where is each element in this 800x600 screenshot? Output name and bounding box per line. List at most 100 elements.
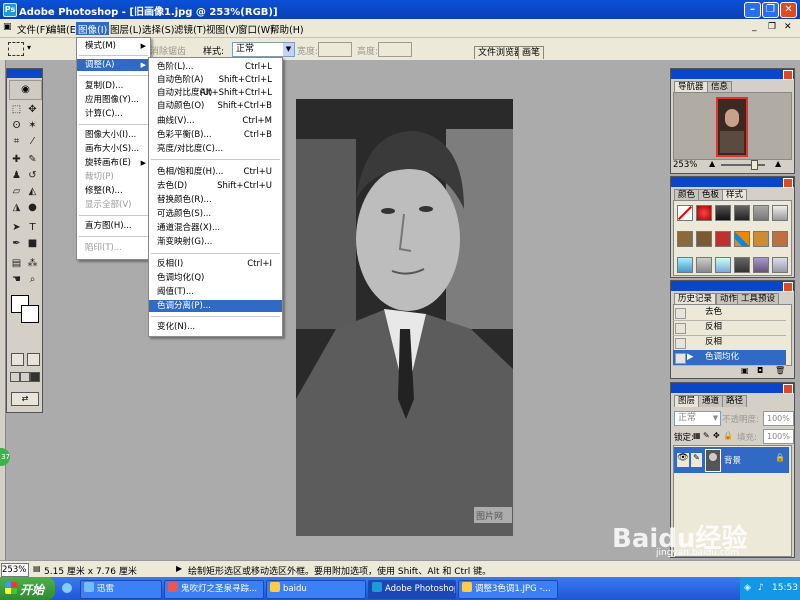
adjust-posterize[interactable]: 色调分离(P)... xyxy=(149,300,282,312)
brush-icon[interactable]: ✎ xyxy=(691,453,702,467)
paint-bucket-tool-icon[interactable]: ◭ xyxy=(26,185,39,198)
taskbar-item-image[interactable]: 调整3色调1.JPG -... xyxy=(458,580,558,599)
taskbar-item-baidu[interactable]: baidu xyxy=(266,580,366,599)
adjust-replace-color[interactable]: 替换颜色(R)... xyxy=(149,194,282,206)
history-brush-tool-icon[interactable]: ↺ xyxy=(26,169,39,182)
eraser-tool-icon[interactable]: ▱ xyxy=(10,185,23,198)
image-menu-calculations[interactable]: 计算(C)... xyxy=(77,108,150,120)
screen-mode-full-icon[interactable] xyxy=(30,372,40,382)
history-source-checkbox[interactable] xyxy=(675,338,686,349)
panel-header[interactable] xyxy=(671,281,794,291)
type-tool-icon[interactable]: T xyxy=(26,221,39,234)
adjust-curves[interactable]: 曲线(V)... Ctrl+M xyxy=(149,115,282,127)
lock-all-icon[interactable]: 🔒 xyxy=(723,431,733,440)
menu-help[interactable]: 帮助(H) xyxy=(268,22,306,36)
document-canvas[interactable]: 图片网 xyxy=(296,99,513,536)
start-button[interactable]: 开始 xyxy=(0,577,55,600)
marquee-tool-icon[interactable] xyxy=(8,42,24,56)
adjust-brightness-contrast[interactable]: 亮度/对比度(C)... xyxy=(149,143,282,155)
style-swatch[interactable] xyxy=(753,257,769,273)
adjust-auto-contrast[interactable]: 自动对比度(U) Alt+Shift+Ctrl+L xyxy=(149,87,282,99)
tab-channels[interactable]: 通道 xyxy=(698,395,724,407)
adjust-channel-mixer[interactable]: 通道混合器(X)... xyxy=(149,222,282,234)
quicklaunch-ie-icon[interactable] xyxy=(62,583,72,593)
panel-header[interactable] xyxy=(671,177,794,187)
blend-mode-select[interactable]: 正常 ▼ xyxy=(674,411,721,426)
adjust-variations[interactable]: 变化(N)... xyxy=(149,321,282,333)
quickmask-mode-icon[interactable] xyxy=(27,353,40,366)
style-select[interactable]: 正常 ▼ xyxy=(232,42,295,57)
style-swatch[interactable] xyxy=(696,231,712,247)
adjust-auto-color[interactable]: 自动颜色(O) Shift+Ctrl+B xyxy=(149,100,282,112)
shape-tool-icon[interactable]: ■ xyxy=(26,237,39,250)
tray-icon[interactable]: ◈ xyxy=(744,583,751,593)
magic-wand-tool-icon[interactable]: ✶ xyxy=(26,119,39,132)
new-document-icon[interactable]: ▣ xyxy=(741,366,749,375)
image-menu-image-size[interactable]: 图像大小(I)... xyxy=(77,129,150,141)
blur-tool-icon[interactable]: ◮ xyxy=(10,201,23,214)
adjust-gradient-map[interactable]: 渐变映射(G)... xyxy=(149,236,282,248)
panel-header[interactable] xyxy=(671,69,794,79)
style-swatch[interactable] xyxy=(734,257,750,273)
dodge-tool-icon[interactable]: ● xyxy=(26,201,39,214)
height-input[interactable] xyxy=(378,42,412,57)
history-item[interactable]: 反相 xyxy=(673,320,786,336)
image-menu-mode[interactable]: 模式(M) ▶ xyxy=(77,40,150,52)
doc-minimize-button[interactable]: _ xyxy=(752,22,757,32)
close-icon[interactable] xyxy=(783,70,793,80)
menu-layer[interactable]: 图层(L) xyxy=(108,22,144,36)
trash-icon[interactable]: 🗑 xyxy=(775,366,785,375)
slice-tool-icon[interactable]: ⁄ xyxy=(26,135,39,148)
navigator-thumbnail[interactable] xyxy=(716,97,748,157)
style-swatch[interactable] xyxy=(753,205,769,221)
style-swatch[interactable] xyxy=(677,257,693,273)
status-zoom-field[interactable]: 253% xyxy=(1,563,29,577)
taskbar-item-video[interactable]: 鬼吹灯之圣泉寻踪... xyxy=(164,580,264,599)
image-menu-apply-image[interactable]: 应用图像(Y)... xyxy=(77,94,150,106)
adjust-auto-levels[interactable]: 自动色阶(A) Shift+Ctrl+L xyxy=(149,74,282,86)
navigator-zoom-value[interactable]: 253% xyxy=(673,160,697,170)
style-swatch[interactable] xyxy=(677,231,693,247)
status-doc-size[interactable]: 5.15 厘米 x 7.76 厘米 xyxy=(44,564,137,577)
adjust-levels[interactable]: 色阶(L)... Ctrl+L xyxy=(149,61,282,73)
adjust-threshold[interactable]: 阈值(T)... xyxy=(149,286,282,298)
style-swatch[interactable] xyxy=(715,257,731,273)
zoom-out-icon[interactable]: ▲ xyxy=(709,159,715,168)
minimize-button[interactable]: – xyxy=(744,2,761,18)
lasso-tool-icon[interactable]: ʘ xyxy=(10,119,23,132)
close-icon[interactable] xyxy=(783,178,793,188)
image-menu-duplicate[interactable]: 复制(D)... xyxy=(77,80,150,92)
history-source-checkbox[interactable] xyxy=(675,323,686,334)
close-icon[interactable] xyxy=(783,384,793,394)
zoom-slider[interactable] xyxy=(721,164,765,166)
lock-transparency-icon[interactable]: ▦ xyxy=(693,431,701,440)
history-item[interactable]: 去色 xyxy=(673,305,786,321)
adjust-color-balance[interactable]: 色彩平衡(B)... Ctrl+B xyxy=(149,129,282,141)
screen-mode-standard-icon[interactable] xyxy=(10,372,20,382)
close-icon[interactable] xyxy=(783,282,793,292)
screen-mode-full-menu-icon[interactable] xyxy=(20,372,30,382)
history-item[interactable]: 反相 xyxy=(673,335,786,351)
background-color-swatch[interactable] xyxy=(21,305,39,323)
image-menu-histogram[interactable]: 直方图(H)... xyxy=(77,220,150,232)
adjust-equalize[interactable]: 色调均化(Q) xyxy=(149,272,282,284)
history-source-checkbox[interactable] xyxy=(675,308,686,319)
tab-paths[interactable]: 路径 xyxy=(722,395,748,407)
notes-tool-icon[interactable]: ▤ xyxy=(10,257,23,270)
style-swatch[interactable] xyxy=(696,205,712,221)
style-swatch[interactable] xyxy=(753,231,769,247)
style-swatch[interactable] xyxy=(772,205,788,221)
image-menu-trim[interactable]: 修整(R)... xyxy=(77,185,150,197)
chevron-down-icon[interactable]: ▾ xyxy=(27,43,31,52)
adjust-selective-color[interactable]: 可选颜色(S)... xyxy=(149,208,282,220)
eyedropper-tool-icon[interactable]: ⁂ xyxy=(26,257,39,270)
doc-close-button[interactable]: ✕ xyxy=(784,22,792,32)
style-swatch[interactable] xyxy=(696,257,712,273)
lock-position-icon[interactable]: ✥ xyxy=(713,431,720,440)
taskbar-item-xunlei[interactable]: 迅雷 xyxy=(80,580,162,599)
style-swatch[interactable] xyxy=(715,205,731,221)
hand-tool-icon[interactable]: ☚ xyxy=(10,273,23,286)
clock[interactable]: 15:53 xyxy=(772,583,798,593)
fill-input[interactable]: 100% xyxy=(763,429,794,444)
doc-icon[interactable]: ▣ xyxy=(3,22,12,32)
